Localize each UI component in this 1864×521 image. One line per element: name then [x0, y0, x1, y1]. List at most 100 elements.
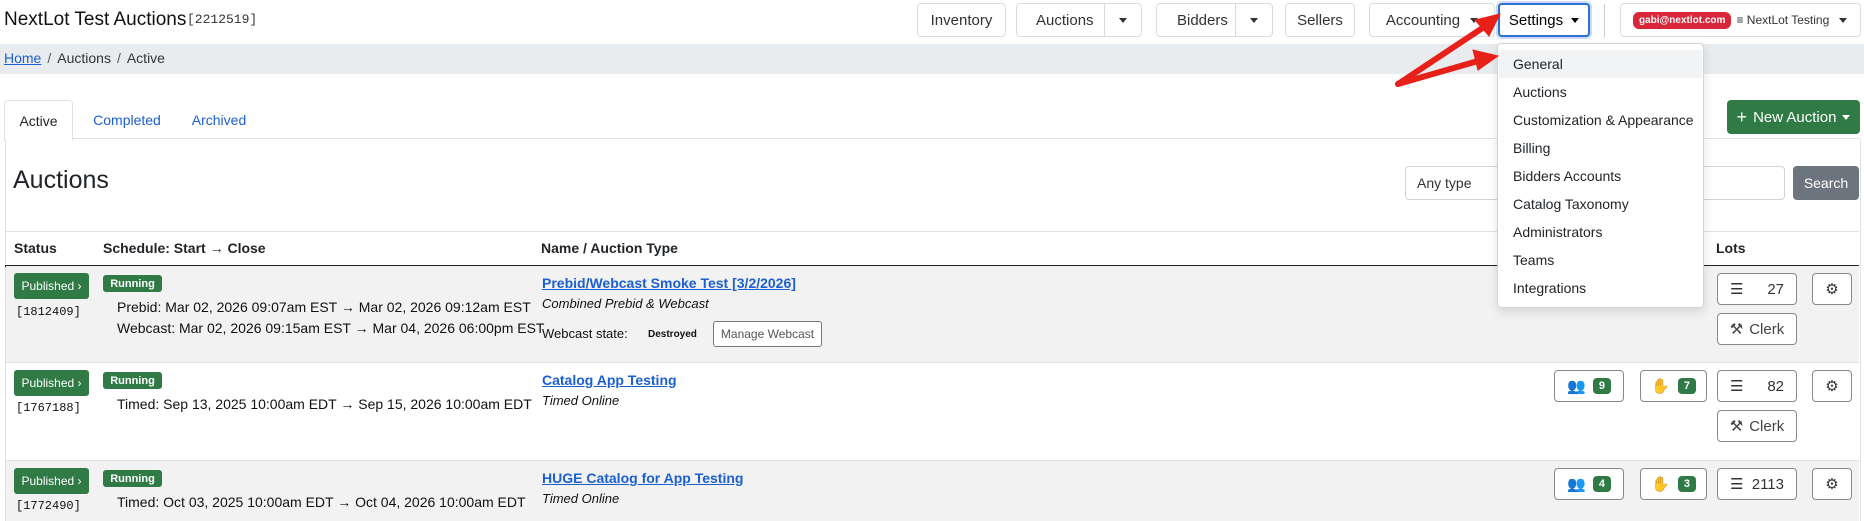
gear-icon: ⚙	[1825, 281, 1839, 298]
bidders-dropdown-toggle[interactable]	[1235, 4, 1272, 36]
breadcrumb-active: Active	[126, 50, 165, 66]
bidders-menu-button[interactable]: Bidders	[1156, 3, 1273, 37]
tab-active[interactable]: Active	[4, 100, 73, 141]
registrations-count-button[interactable]: ✋ 7	[1640, 370, 1707, 402]
lots-button[interactable]: ☰ 27	[1717, 273, 1797, 305]
published-status-button[interactable]: Published ›	[14, 468, 89, 494]
webcast-state-value: Destroyed	[648, 329, 697, 340]
raise-hand-icon: ✋	[1651, 378, 1670, 395]
menu-item-customization[interactable]: Customization & Appearance	[1499, 106, 1702, 134]
registrations-count-badge: 7	[1677, 378, 1696, 394]
new-auction-label: New Auction	[1753, 108, 1837, 126]
gear-icon: ⚙	[1825, 476, 1839, 493]
auction-name-link[interactable]: HUGE Catalog for App Testing	[542, 470, 743, 486]
auction-settings-button[interactable]: ⚙	[1812, 370, 1852, 402]
registrations-count-button[interactable]: ✋ 3	[1640, 468, 1707, 500]
auction-id: [1812409]	[16, 305, 81, 319]
accounting-label: Accounting	[1385, 11, 1461, 29]
sellers-button[interactable]: Sellers	[1285, 3, 1355, 37]
bidders-count-button[interactable]: 👥 9	[1554, 370, 1624, 402]
auction-name-link[interactable]: Catalog App Testing	[542, 372, 677, 388]
menu-item-catalog-taxonomy[interactable]: Catalog Taxonomy	[1499, 190, 1702, 218]
column-lots: Lots	[1716, 240, 1746, 256]
running-badge: Running	[103, 372, 162, 389]
chevron-down-icon	[1119, 17, 1127, 23]
raise-hand-icon: ✋	[1651, 476, 1670, 493]
tenant-name: ≡ NextLot Testing	[1736, 13, 1830, 27]
lots-count: 82	[1767, 377, 1784, 395]
column-status: Status	[14, 240, 57, 256]
table-row: Published › [1772490] Running Timed: Oct…	[6, 461, 1859, 521]
clerk-button[interactable]: ⚒ Clerk	[1717, 410, 1797, 442]
webcast-state-label: Webcast state:	[542, 326, 628, 341]
nav-divider	[1604, 4, 1605, 38]
search-button[interactable]: Search	[1793, 166, 1859, 200]
menu-item-administrators[interactable]: Administrators	[1499, 218, 1702, 246]
users-icon: 👥	[1567, 476, 1586, 493]
tab-completed[interactable]: Completed	[79, 100, 175, 139]
page-title: Auctions	[13, 166, 109, 194]
menu-item-general[interactable]: General	[1499, 50, 1702, 78]
schedule-webcast: Webcast: Mar 02, 2026 09:15am EST → Mar …	[117, 320, 545, 336]
settings-dropdown-menu: General Auctions Customization & Appeara…	[1497, 43, 1704, 308]
chevron-down-icon	[1839, 17, 1848, 23]
auctions-menu-label: Auctions	[1036, 11, 1094, 29]
column-schedule: Schedule: Start → Close	[103, 240, 266, 256]
lots-button[interactable]: ☰ 2113	[1717, 468, 1797, 500]
chevron-down-icon	[1470, 17, 1479, 23]
published-status-button[interactable]: Published ›	[14, 370, 89, 396]
inventory-button[interactable]: Inventory	[917, 3, 1006, 37]
published-status-button[interactable]: Published ›	[14, 273, 89, 299]
bidders-count-badge: 9	[1592, 378, 1611, 394]
bidders-count-badge: 4	[1592, 476, 1611, 492]
chevron-down-icon	[1842, 114, 1851, 120]
list-icon: ☰	[1730, 281, 1744, 298]
list-icon: ☰	[1730, 476, 1744, 493]
clerk-button[interactable]: ⚒ Clerk	[1717, 313, 1797, 345]
top-navbar: NextLot Test Auctions [2212519] Inventor…	[0, 0, 1864, 44]
settings-label: Settings	[1508, 11, 1564, 29]
bidders-count-button[interactable]: 👥 4	[1554, 468, 1624, 500]
auctions-dropdown-toggle[interactable]	[1104, 4, 1141, 36]
auction-settings-button[interactable]: ⚙	[1812, 468, 1852, 500]
lots-count: 27	[1767, 280, 1784, 298]
clerk-label: Clerk	[1749, 320, 1785, 338]
breadcrumb-separator: /	[47, 50, 52, 66]
gavel-icon: ⚒	[1729, 418, 1744, 435]
lots-button[interactable]: ☰ 82	[1717, 370, 1797, 402]
user-menu-button[interactable]: gabi@nextlot.com ≡ NextLot Testing	[1620, 3, 1861, 37]
menu-item-teams[interactable]: Teams	[1499, 246, 1702, 274]
menu-item-bidders-accounts[interactable]: Bidders Accounts	[1499, 162, 1702, 190]
auction-name-link[interactable]: Prebid/Webcast Smoke Test [3/2/2026]	[542, 275, 796, 291]
bidders-menu-label: Bidders	[1177, 11, 1228, 29]
account-id: [2212519]	[187, 12, 258, 27]
gear-icon: ⚙	[1825, 378, 1839, 395]
table-row: Published › [1767188] Running Timed: Sep…	[6, 363, 1859, 461]
breadcrumb-separator: /	[116, 50, 121, 66]
settings-button[interactable]: Settings	[1498, 3, 1590, 37]
auction-type: Combined Prebid & Webcast	[542, 296, 709, 311]
list-icon: ☰	[1730, 378, 1744, 395]
breadcrumb-auctions: Auctions	[57, 50, 111, 66]
accounting-button[interactable]: Accounting	[1369, 3, 1495, 37]
manage-webcast-button[interactable]: Manage Webcast	[713, 321, 822, 347]
app-title: NextLot Test Auctions	[4, 9, 187, 30]
auction-id: [1767188]	[16, 401, 81, 415]
column-name: Name / Auction Type	[541, 240, 678, 256]
auction-settings-button[interactable]: ⚙	[1812, 273, 1852, 305]
chevron-down-icon	[1250, 17, 1258, 23]
menu-item-billing[interactable]: Billing	[1499, 134, 1702, 162]
lots-count: 2113	[1751, 475, 1784, 493]
auctions-menu-button[interactable]: Auctions	[1016, 3, 1142, 37]
menu-item-auctions[interactable]: Auctions	[1499, 78, 1702, 106]
chevron-down-icon	[1571, 17, 1580, 23]
new-auction-button[interactable]: + New Auction	[1727, 100, 1860, 134]
schedule-timed: Timed: Oct 03, 2025 10:00am EDT → Oct 04…	[117, 494, 526, 510]
auction-id: [1772490]	[16, 499, 81, 513]
menu-item-integrations[interactable]: Integrations	[1499, 274, 1702, 302]
breadcrumb-home-link[interactable]: Home	[4, 50, 41, 66]
user-email-badge: gabi@nextlot.com	[1633, 11, 1732, 29]
registrations-count-badge: 3	[1677, 476, 1696, 492]
tab-archived[interactable]: Archived	[179, 100, 259, 139]
running-badge: Running	[103, 275, 162, 292]
